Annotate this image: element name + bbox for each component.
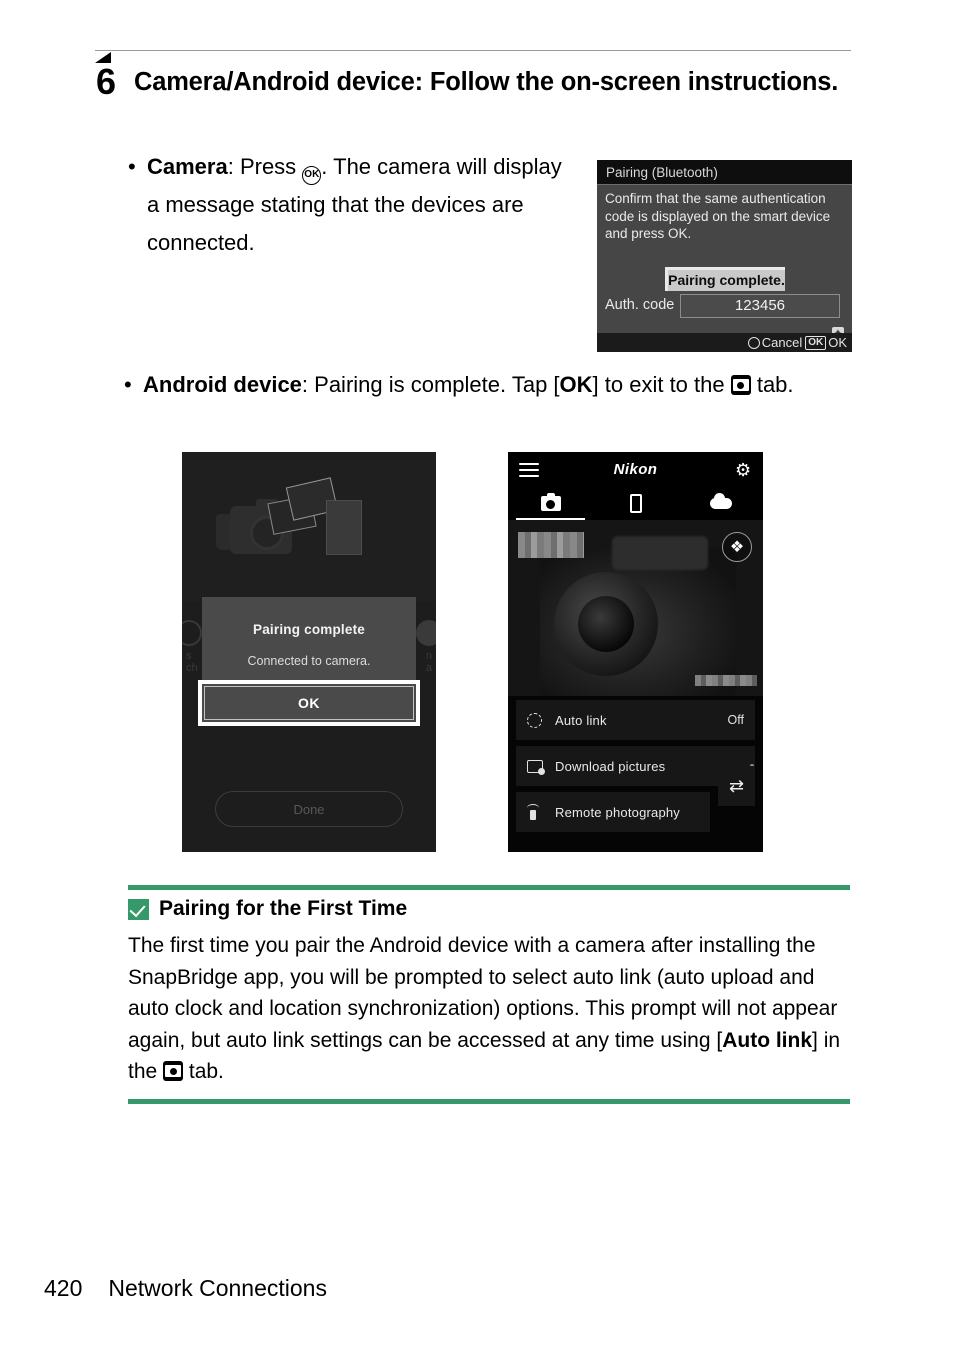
step-title: Camera/Android device: Follow the on-scr… <box>134 68 839 96</box>
bluetooth-icon[interactable]: ❖ <box>722 532 752 562</box>
brand-logo: Nikon <box>613 461 658 478</box>
camera-screen-message: Confirm that the same authentication cod… <box>605 191 831 241</box>
camera-ok-button: OK OK <box>805 335 847 350</box>
checkbox-note-icon <box>128 898 149 920</box>
menu-item-value: Off <box>727 713 744 727</box>
phone-screenshot-left: s ch na Pairing complete Connected to cam… <box>182 452 436 852</box>
hero-photo-3 <box>326 500 362 555</box>
camera-tab-glyph <box>163 1061 184 1081</box>
menu-item-auto-link[interactable]: Auto link Off <box>516 700 755 740</box>
camera-tab-glyph <box>730 375 751 395</box>
hamburger-menu-icon[interactable] <box>519 463 539 477</box>
menu-item-remote-photography[interactable]: Remote photography <box>516 792 710 832</box>
ok-key-icon: OK <box>805 335 827 350</box>
menu-list: Auto link Off Download pictures Remote p… <box>508 696 763 852</box>
bullet-camera: • Camera: Press OK. The camera will disp… <box>128 148 568 262</box>
note-body: The first time you pair the Android devi… <box>128 930 852 1088</box>
camera-status-banner: Pairing complete. <box>665 267 785 291</box>
bullet-android-text: Android device: Pairing is complete. Tap… <box>124 366 854 404</box>
menu-item-label: Download pictures <box>555 758 666 774</box>
tab-camera[interactable] <box>508 487 593 520</box>
preview-camera-lens <box>554 572 658 676</box>
swap-arrows-icon[interactable]: ⇄ <box>718 766 755 806</box>
download-pictures-icon <box>527 759 551 775</box>
camera-screen-title: Pairing (Bluetooth) <box>597 160 852 185</box>
background-ring-right <box>416 620 436 646</box>
note-body-bold: Auto link <box>722 1028 813 1052</box>
tab-bar <box>508 487 763 520</box>
camera-lcd-screenshot: Pairing (Bluetooth) Confirm that the sam… <box>597 160 852 352</box>
bullet-android-device: • Android device: Pairing is complete. T… <box>124 366 854 404</box>
ok-button-glyph: OK <box>302 166 322 185</box>
dialog-ok-button[interactable]: OK <box>198 680 420 726</box>
camera-icon <box>540 493 561 511</box>
header-rule <box>95 50 851 51</box>
note-header: Pairing for the First Time <box>128 897 407 921</box>
note-bottom-rule <box>128 1099 850 1104</box>
bullet-android-text-before: : Pairing is complete. Tap [ <box>301 372 560 397</box>
step-heading: 6 Camera/Android device: Follow the on-s… <box>96 60 856 104</box>
section-title: Network Connections <box>108 1275 327 1301</box>
cloud-icon <box>709 493 732 509</box>
app-hero-art <box>182 452 436 602</box>
dialog-title: Pairing complete <box>253 622 365 637</box>
redacted-camera-name <box>518 532 584 558</box>
multi-selector-icon <box>747 336 760 349</box>
phone-screenshot-right: Nikon ⚙ ❖ Auto link Off Download picture… <box>508 452 763 852</box>
page-footer: 420 Network Connections <box>44 1275 327 1302</box>
page-number: 420 <box>44 1275 83 1301</box>
bullet-marker: • <box>124 372 132 397</box>
done-button[interactable]: Done <box>215 791 403 827</box>
note-top-rule <box>128 885 850 890</box>
camera-cancel-label: Cancel <box>761 335 803 350</box>
bullet-android-ok: OK <box>559 372 593 397</box>
step-number: 6 <box>96 61 117 102</box>
bullet-camera-text: Camera: Press OK. The camera will displa… <box>128 148 568 262</box>
bullet-marker: • <box>128 154 136 179</box>
dialog-message: Connected to camera. <box>247 654 371 668</box>
done-button-label: Done <box>293 801 325 817</box>
remote-photography-icon <box>527 804 551 820</box>
camera-screen-body: Confirm that the same authentication cod… <box>597 185 852 352</box>
manual-page: 6 Camera/Android device: Follow the on-s… <box>0 0 954 1345</box>
note-body-part3: tab. <box>183 1060 224 1083</box>
camera-auth-label: Auth. code <box>605 297 675 313</box>
tab-device[interactable] <box>593 487 678 520</box>
camera-ok-label: OK <box>828 335 847 350</box>
dialog-ok-label: OK <box>298 695 320 711</box>
camera-cancel-button: Cancel <box>747 335 803 350</box>
background-ring-left <box>182 620 202 646</box>
bullet-android-label: Android device <box>143 372 302 397</box>
camera-preview-image: ❖ <box>508 520 763 696</box>
redacted-model-label <box>695 675 757 686</box>
bullet-camera-label: Camera <box>147 154 228 179</box>
bullet-camera-text-before: : Press <box>227 154 303 179</box>
bullet-android-text-mid: ] to exit to the <box>592 372 731 397</box>
preview-camera-top <box>612 536 708 570</box>
app-bar: Nikon ⚙ <box>508 452 763 487</box>
menu-item-label: Auto link <box>555 712 607 728</box>
smartphone-icon <box>629 494 642 513</box>
menu-item-label: Remote photography <box>555 804 681 820</box>
camera-screen-footer: Cancel OK OK <box>597 333 852 352</box>
auto-link-icon <box>527 712 551 728</box>
gear-icon[interactable]: ⚙ <box>735 461 753 479</box>
tab-cloud[interactable] <box>678 487 763 520</box>
dialog-ok-button-inner[interactable]: OK <box>204 686 414 720</box>
camera-auth-code: 123456 <box>680 294 840 318</box>
note-title: Pairing for the First Time <box>159 897 408 920</box>
bullet-android-text-after: tab. <box>750 372 794 397</box>
